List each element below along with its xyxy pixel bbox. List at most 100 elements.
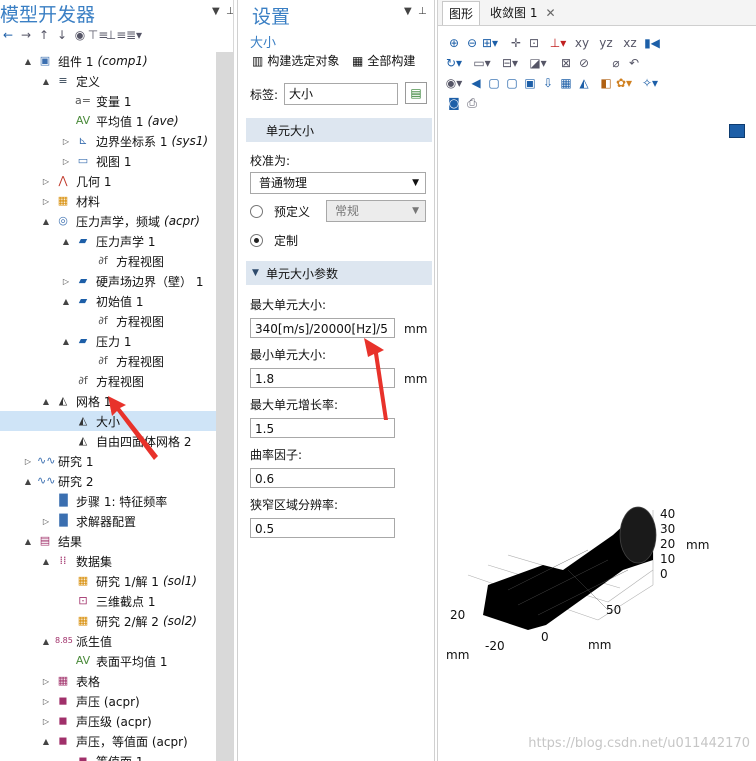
back-arrow-icon[interactable]: ← xyxy=(0,27,16,43)
tree-item[interactable]: ▷ ⊾ 边界坐标系 1 (sys1) xyxy=(0,131,216,151)
radio-predefined[interactable] xyxy=(250,205,263,218)
tree-item[interactable]: ▷ ◼ 声压级 (acpr) xyxy=(0,711,216,731)
show-icon[interactable]: ◉ xyxy=(72,27,88,43)
zoom-extents-icon[interactable]: ⊡ xyxy=(526,35,542,51)
download-icon[interactable]: ⇩ xyxy=(540,75,556,91)
tree-item[interactable]: AV 平均值 1 (ave) xyxy=(0,111,216,131)
refresh-icon[interactable]: ✧▾ xyxy=(642,75,658,91)
collapse-arrow-icon[interactable]: ▲ xyxy=(40,217,52,226)
xy-view-icon[interactable]: xy xyxy=(574,35,590,51)
pin-icon[interactable]: ⊥ xyxy=(226,6,233,17)
tree-item[interactable]: ▷ ▭ 视图 1 xyxy=(0,151,216,171)
collapse-arrow-icon[interactable]: ▲ xyxy=(22,57,34,66)
collapse-arrow-icon[interactable]: ▲ xyxy=(60,337,72,346)
tree-item[interactable]: ▷ ▐▌ 求解器配置 xyxy=(0,511,216,531)
zoom-box-icon[interactable]: ⊞▾ xyxy=(482,35,498,51)
collapse-arrow-icon[interactable]: ▲ xyxy=(22,477,34,486)
panel-menu-icon[interactable]: ▼ xyxy=(404,6,412,17)
curvature-input[interactable]: 0.6 xyxy=(250,468,395,488)
tree-item[interactable]: ▲ ≡ 定义 xyxy=(0,71,216,91)
print-icon[interactable]: ⎙ xyxy=(464,95,480,111)
tree-item[interactable]: ▲ ▰ 初始值 1 xyxy=(0,291,216,311)
label-edit-icon[interactable]: ▤ xyxy=(405,82,427,104)
collapse-arrow-icon[interactable]: ▲ xyxy=(60,237,72,246)
view-menu-icon[interactable]: ◉▾ xyxy=(446,75,463,91)
grid-icon[interactable]: ▣ xyxy=(522,75,538,91)
material-icon[interactable]: ◧ xyxy=(598,75,614,91)
list-menu-icon[interactable]: ≣▾ xyxy=(126,27,142,43)
yz-view-icon[interactable]: yz xyxy=(598,35,614,51)
plot-icon[interactable]: ◭ xyxy=(576,75,592,91)
pin-icon[interactable]: ⊥ xyxy=(418,6,427,17)
tree-item[interactable]: ▲ 8.85 派生值 xyxy=(0,631,216,651)
tree-item[interactable]: ▷ ▦ 材料 xyxy=(0,191,216,211)
forward-arrow-icon[interactable]: → xyxy=(18,27,34,43)
rotate-icon[interactable]: ↻▾ xyxy=(446,55,462,71)
expand-arrow-icon[interactable]: ▷ xyxy=(22,457,34,466)
tree-item[interactable]: ▲ ◎ 压力声学，频域 (acpr) xyxy=(0,211,216,231)
wireframe-icon[interactable]: ▢ xyxy=(504,75,520,91)
mesh-render-icon[interactable]: ▦ xyxy=(558,75,574,91)
tree-item[interactable]: AV 表面平均值 1 xyxy=(0,651,216,671)
tree-item[interactable]: ▷ ⋀ 几何 1 xyxy=(0,171,216,191)
narrow-region-input[interactable]: 0.5 xyxy=(250,518,395,538)
radio-custom[interactable] xyxy=(250,234,263,247)
tree-item[interactable]: ⊡ 三维截点 1 xyxy=(0,591,216,611)
reset-hiding-icon[interactable]: ↶ xyxy=(626,55,642,71)
transparency-icon[interactable]: ▢ xyxy=(486,75,502,91)
zoom-out-icon[interactable]: ⊖ xyxy=(464,35,480,51)
build-all-button[interactable]: ▦ 全部构建 xyxy=(352,52,415,69)
section-element-size[interactable]: 单元大小 xyxy=(246,118,432,142)
scene-light-icon[interactable]: ◀ xyxy=(468,75,484,91)
collapse-arrow-icon[interactable]: ▲ xyxy=(40,397,52,406)
box-select-icon[interactable]: ⊠ xyxy=(558,55,574,71)
select-icon[interactable]: ▭▾ xyxy=(473,55,490,71)
hide-icon[interactable]: ⌀ xyxy=(608,55,624,71)
tree-item[interactable]: ∂f 方程视图 xyxy=(0,251,216,271)
color-icon[interactable]: ✿▾ xyxy=(616,75,632,91)
expand-arrow-icon[interactable]: ▷ xyxy=(40,177,52,186)
collapse-arrow-icon[interactable]: ▲ xyxy=(40,637,52,646)
expand-all-icon[interactable]: ⊤≡ xyxy=(88,27,109,43)
xz-view-icon[interactable]: xz xyxy=(622,35,638,51)
tree-item[interactable]: ▲ ⁞⁞ 数据集 xyxy=(0,551,216,571)
collapse-arrow-icon[interactable]: ▲ xyxy=(40,77,52,86)
center-icon[interactable]: ✛ xyxy=(508,35,524,51)
tree-item[interactable]: ▲ ▤ 结果 xyxy=(0,531,216,551)
calibrate-select[interactable]: 普通物理 ▼ xyxy=(250,172,426,194)
tree-item[interactable]: ▲ ▣ 组件 1 (comp1) xyxy=(0,51,216,71)
tree-item[interactable]: ▷ ▦ 表格 xyxy=(0,671,216,691)
tree-item[interactable]: ∂f 方程视图 xyxy=(0,371,216,391)
tab-graphics[interactable]: 图形 xyxy=(442,1,481,25)
tree-item[interactable]: ▦ 研究 2/解 2 (sol2) xyxy=(0,611,216,631)
expand-arrow-icon[interactable]: ▷ xyxy=(40,677,52,686)
axes-icon[interactable]: ⊥▾ xyxy=(550,35,566,51)
expand-arrow-icon[interactable]: ▷ xyxy=(60,137,72,146)
tree-item[interactable]: ▷ ▰ 硬声场边界（壁） 1 xyxy=(0,271,216,291)
collapse-arrow-icon[interactable]: ▲ xyxy=(22,537,34,546)
collapse-arrow-icon[interactable]: ▲ xyxy=(40,557,52,566)
tree-item[interactable]: ▦ 研究 1/解 1 (sol1) xyxy=(0,571,216,591)
expand-arrow-icon[interactable]: ▷ xyxy=(60,277,72,286)
predefined-select[interactable]: 常规 ▼ xyxy=(326,200,426,222)
label-input[interactable]: 大小 xyxy=(284,83,398,105)
tree-item[interactable]: ▲ ◼ 声压，等值面 (acpr) xyxy=(0,731,216,751)
tree-item[interactable]: ▲ ▰ 压力 1 xyxy=(0,331,216,351)
panel-menu-icon[interactable]: ▼ xyxy=(212,6,220,17)
collapse-arrow-icon[interactable]: ▲ xyxy=(60,297,72,306)
tree-item[interactable]: ▲ ∿∿ 研究 2 xyxy=(0,471,216,491)
section-element-size-params[interactable]: ▼ 单元大小参数 xyxy=(246,261,432,285)
up-arrow-icon[interactable]: ↑ xyxy=(36,27,52,43)
collapse-arrow-icon[interactable]: ▲ xyxy=(40,737,52,746)
expand-arrow-icon[interactable]: ▷ xyxy=(40,717,52,726)
down-arrow-icon[interactable]: ↓ xyxy=(54,27,70,43)
expand-arrow-icon[interactable]: ▷ xyxy=(40,197,52,206)
zoom-in-icon[interactable]: ⊕ xyxy=(446,35,462,51)
camera-view-icon[interactable]: ▮◀ xyxy=(644,35,660,51)
expand-arrow-icon[interactable]: ▷ xyxy=(40,517,52,526)
tab-convergence[interactable]: 收敛图 1 ✕ xyxy=(484,1,562,24)
close-icon[interactable]: ✕ xyxy=(545,6,555,20)
render-icon[interactable]: ◪▾ xyxy=(529,55,546,71)
tree-item[interactable]: ∂f 方程视图 xyxy=(0,311,216,331)
tree-item[interactable]: ∂f 方程视图 xyxy=(0,351,216,371)
